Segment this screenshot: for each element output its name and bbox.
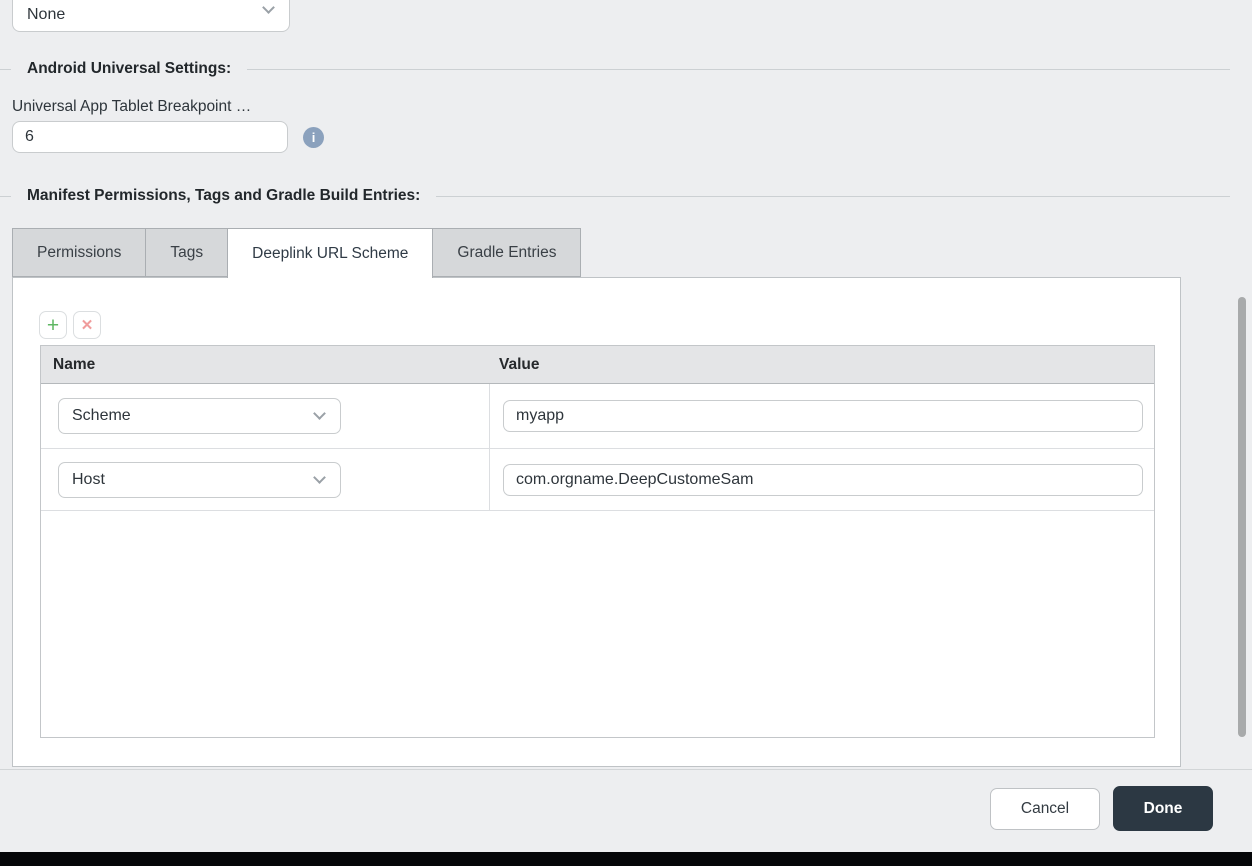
- footer-divider: [0, 769, 1252, 770]
- name-dropdown-value: Host: [72, 471, 105, 489]
- add-row-button[interactable]: +: [39, 311, 67, 339]
- divider-line: [247, 69, 1230, 70]
- top-dropdown[interactable]: None: [12, 0, 290, 32]
- chevron-down-icon: [262, 1, 275, 14]
- scrollbar[interactable]: [1238, 297, 1246, 737]
- divider-line: [436, 196, 1230, 197]
- tab-deeplink-url-scheme[interactable]: Deeplink URL Scheme: [227, 228, 433, 278]
- breakpoint-label: Universal App Tablet Breakpoint …: [12, 98, 251, 116]
- table-header: Name Value: [41, 346, 1154, 384]
- section-title: Manifest Permissions, Tags and Gradle Bu…: [27, 187, 420, 205]
- cancel-button[interactable]: Cancel: [990, 788, 1100, 830]
- chevron-down-icon: [313, 407, 326, 420]
- table-row: Scheme: [41, 384, 1154, 449]
- x-icon: ✕: [81, 318, 94, 333]
- divider-line: [0, 196, 11, 197]
- info-icon-glyph: i: [312, 130, 316, 145]
- tab-bar: Permissions Tags Deeplink URL Scheme Gra…: [12, 228, 581, 278]
- bottom-bar: [0, 852, 1252, 866]
- build-settings-dialog: None Android Universal Settings: Univers…: [0, 0, 1252, 866]
- deeplink-table: Name Value Scheme Host: [40, 345, 1155, 738]
- table-row: Host: [41, 449, 1154, 511]
- done-button[interactable]: Done: [1113, 786, 1213, 831]
- plus-icon: +: [47, 315, 59, 336]
- tab-content-panel: + ✕ Name Value Scheme: [12, 277, 1181, 767]
- name-dropdown-scheme[interactable]: Scheme: [58, 398, 341, 434]
- section-android-universal: Android Universal Settings:: [0, 60, 1230, 78]
- column-header-value: Value: [490, 356, 540, 374]
- tab-gradle-entries[interactable]: Gradle Entries: [432, 228, 581, 277]
- value-input-host[interactable]: [503, 464, 1143, 496]
- info-icon[interactable]: i: [303, 127, 324, 148]
- remove-row-button[interactable]: ✕: [73, 311, 101, 339]
- divider-line: [0, 69, 11, 70]
- value-input-scheme[interactable]: [503, 400, 1143, 432]
- column-header-name: Name: [41, 356, 490, 374]
- chevron-down-icon: [313, 471, 326, 484]
- section-manifest: Manifest Permissions, Tags and Gradle Bu…: [0, 187, 1230, 205]
- top-dropdown-value: None: [27, 6, 65, 24]
- name-dropdown-value: Scheme: [72, 407, 131, 425]
- breakpoint-input[interactable]: [12, 121, 288, 153]
- table-empty-area: [41, 511, 1154, 737]
- tab-tags[interactable]: Tags: [145, 228, 228, 277]
- tab-permissions[interactable]: Permissions: [12, 228, 146, 277]
- name-dropdown-host[interactable]: Host: [58, 462, 341, 498]
- section-title: Android Universal Settings:: [27, 60, 231, 78]
